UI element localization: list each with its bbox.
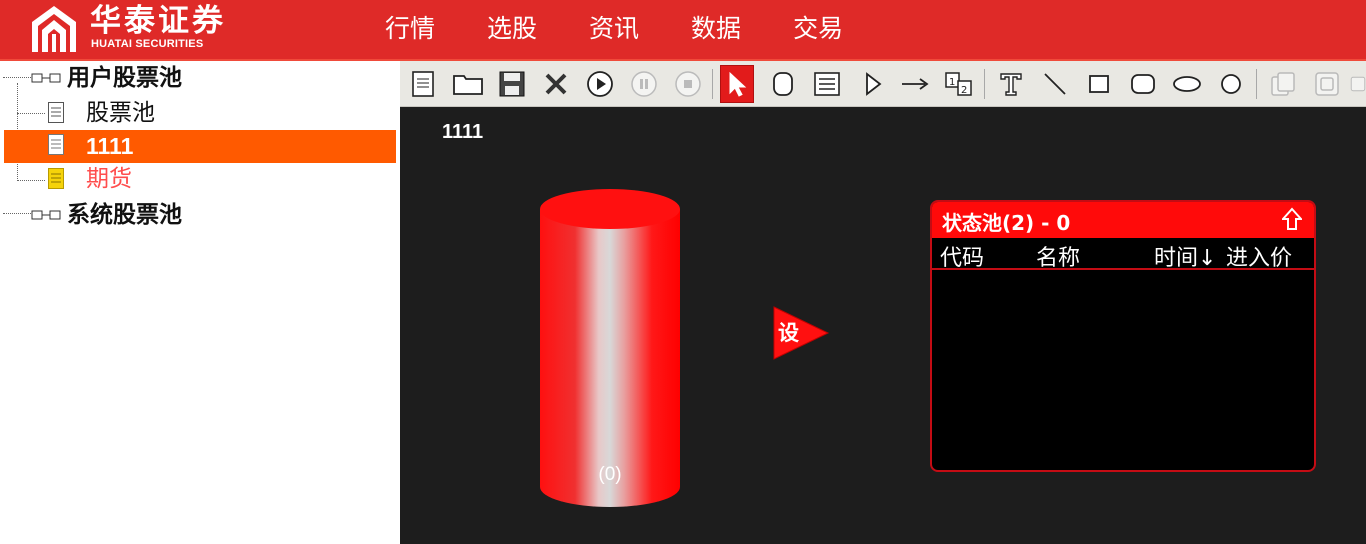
strategy-title: 1111: [442, 121, 484, 143]
open-icon: [453, 75, 483, 95]
text-icon: [1000, 73, 1022, 96]
document-yellow-icon: [48, 168, 64, 189]
set-condition-label: 设: [778, 321, 799, 345]
delete-button[interactable]: [539, 65, 573, 103]
status-pool-panel[interactable]: 状态池(2) - 0 代码 名称 时间↓ 进入价: [930, 200, 1316, 472]
cylinder-shape: [540, 189, 680, 507]
document-icon: [48, 102, 64, 123]
tree-label-futures: 期货: [86, 166, 132, 192]
toolbar-separator: [712, 69, 713, 99]
circle-icon: [1221, 74, 1241, 94]
copy-icon: [1271, 72, 1295, 96]
sequence-icon: 12: [945, 72, 972, 96]
status-pool-columns: 代码 名称 时间↓ 进入价: [932, 238, 1314, 272]
arrow-up-icon[interactable]: [1282, 207, 1302, 231]
play-icon: [587, 71, 613, 97]
strategy-canvas[interactable]: 12 1111 (0) 设 状态池(2) - 0 代码 名称 时间↓ 进入价: [400, 61, 1366, 544]
stop-button[interactable]: [671, 65, 705, 103]
paste-button[interactable]: [1310, 65, 1344, 103]
nav-stock-pick[interactable]: 选股: [487, 12, 537, 46]
column-name[interactable]: 名称: [1036, 240, 1080, 272]
stock-pool-tree: 用户股票池 股票池 1111 期货 系统股票池: [0, 61, 400, 544]
tree-node-user-pool[interactable]: 用户股票池: [0, 61, 400, 95]
rectangle-icon: [1089, 75, 1109, 93]
tree-node-1111[interactable]: 1111: [0, 129, 400, 163]
save-icon: [499, 71, 525, 97]
nav-data[interactable]: 数据: [691, 12, 741, 46]
rectangle-tool-button[interactable]: [1082, 65, 1116, 103]
play-button[interactable]: [583, 65, 617, 103]
tree-label-system-pool: 系统股票池: [67, 202, 182, 228]
tree-node-stock-pool[interactable]: 股票池: [0, 96, 400, 130]
toolbar-separator: [984, 69, 985, 99]
tree-label-stock-pool: 股票池: [86, 100, 155, 126]
brand-name-en: HUATAI SECURITIES: [91, 38, 204, 50]
pointer-icon: [729, 71, 747, 97]
tree-label-1111: 1111: [86, 133, 134, 159]
status-pool-header: 状态池(2) - 0: [932, 202, 1314, 238]
ellipse-icon: [1173, 76, 1201, 92]
list-icon: [814, 72, 840, 96]
condition-tool-button[interactable]: [856, 65, 890, 103]
toolbar-separator: [1256, 69, 1257, 99]
rounded-rect-tool-button[interactable]: [1126, 65, 1160, 103]
document-icon: [48, 134, 64, 155]
main-nav: 行情 选股 资讯 数据 交易: [385, 12, 895, 46]
column-code[interactable]: 代码: [940, 240, 984, 272]
nav-trade[interactable]: 交易: [793, 12, 843, 46]
tree-node-system-pool[interactable]: 系统股票池: [0, 198, 400, 232]
list-tool-button[interactable]: [810, 65, 844, 103]
layer-icon: [1350, 76, 1366, 92]
ellipse-tool-button[interactable]: [1170, 65, 1204, 103]
nav-news[interactable]: 资讯: [589, 12, 639, 46]
line-tool-button[interactable]: [1038, 65, 1072, 103]
copy-button[interactable]: [1266, 65, 1300, 103]
pause-button[interactable]: [627, 65, 661, 103]
pause-icon: [631, 71, 657, 97]
status-pool-title: 状态池(2) - 0: [942, 211, 1071, 235]
cylinder-icon: [773, 72, 793, 96]
pool-count-label: (0): [598, 464, 622, 485]
svg-text:2: 2: [961, 85, 967, 96]
column-time[interactable]: 时间↓: [1154, 240, 1216, 272]
arrow-tool-button[interactable]: [898, 65, 932, 103]
layer-button[interactable]: [1350, 65, 1366, 103]
cylinder-tool-button[interactable]: [766, 65, 800, 103]
save-button[interactable]: [495, 65, 529, 103]
column-entry-price[interactable]: 进入价: [1226, 240, 1292, 272]
new-button[interactable]: [406, 65, 440, 103]
line-icon: [1044, 73, 1066, 95]
new-icon: [412, 71, 434, 97]
stock-pool-node[interactable]: (0): [538, 189, 682, 509]
stop-icon: [675, 71, 701, 97]
huatai-logo-icon: [30, 4, 78, 54]
arrow-icon: [902, 78, 929, 90]
circle-tool-button[interactable]: [1214, 65, 1248, 103]
folder-collapsed-icon: [31, 210, 61, 220]
folder-collapsed-icon: [31, 73, 61, 83]
open-button[interactable]: [451, 65, 485, 103]
svg-text:1: 1: [949, 77, 955, 88]
top-bar: 华泰证券 HUATAI SECURITIES 行情 选股 资讯 数据 交易: [0, 0, 1366, 61]
tree-node-futures[interactable]: 期货: [0, 162, 400, 196]
brand-name: 华泰证券: [90, 3, 226, 39]
toolbar: 12: [400, 61, 1366, 107]
delete-icon: [545, 73, 567, 95]
triangle-icon: [866, 72, 882, 96]
sequence-tool-button[interactable]: 12: [942, 65, 976, 103]
paste-icon: [1315, 72, 1339, 96]
tree-label-user-pool: 用户股票池: [67, 65, 182, 91]
rounded-rect-icon: [1131, 74, 1155, 94]
pointer-tool-button[interactable]: [720, 65, 754, 103]
nav-market[interactable]: 行情: [385, 12, 435, 46]
text-tool-button[interactable]: [994, 65, 1028, 103]
